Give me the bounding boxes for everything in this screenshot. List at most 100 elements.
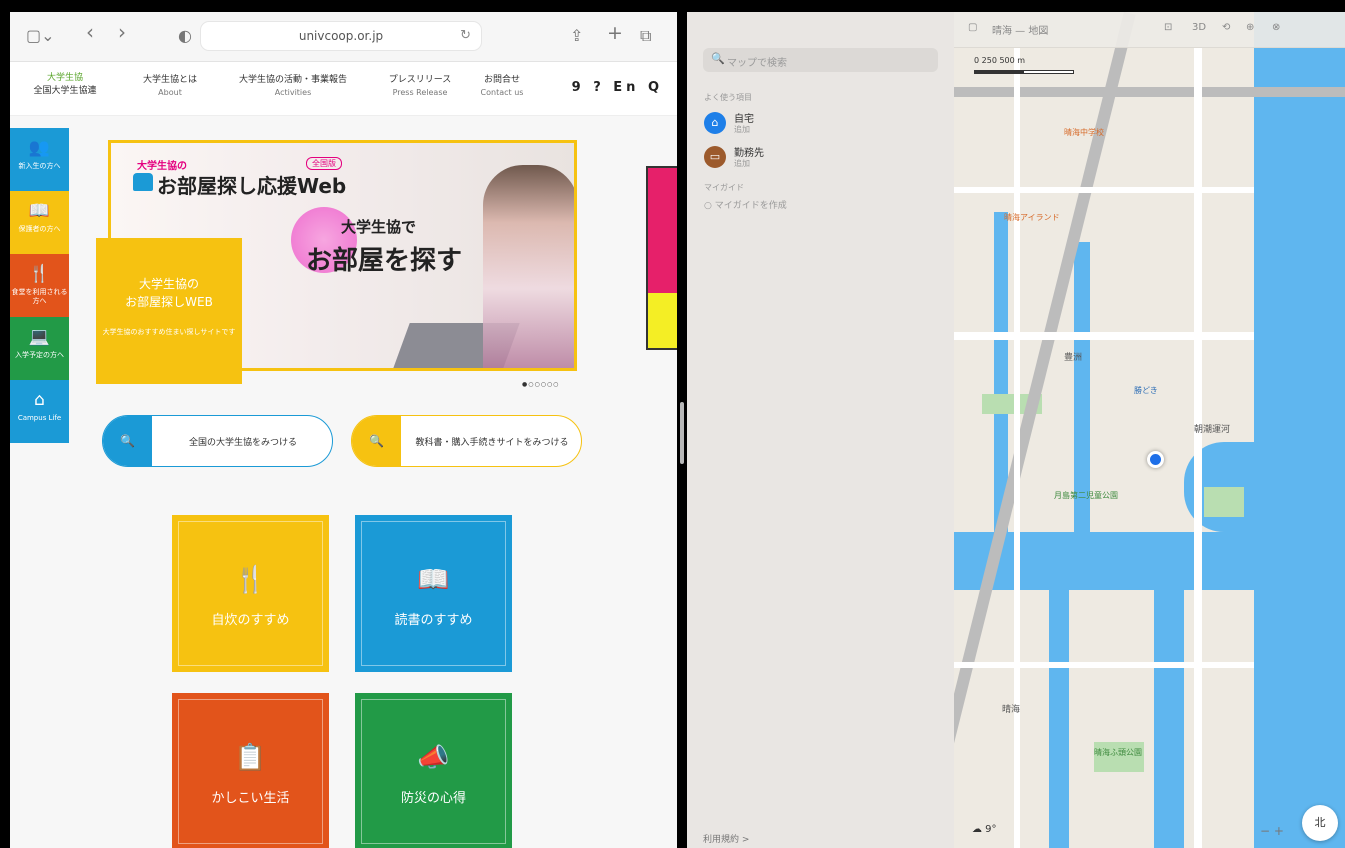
- side-item-dining[interactable]: 🍴 食堂を利用される方へ: [10, 254, 69, 317]
- map-label[interactable]: 勝どき: [1134, 385, 1158, 396]
- side-nav: 👥 新入生の方へ 📖 保護者の方へ 🍴 食堂を利用される方へ 💻 入学予定の方へ…: [10, 128, 69, 443]
- find-coop-label: 全国の大学生協をみつける: [188, 438, 297, 448]
- track-icon[interactable]: ⊕: [1246, 22, 1254, 33]
- tile-frame: [361, 699, 506, 844]
- slide-peek-pink: [648, 168, 677, 293]
- terms-link[interactable]: 利用規約 >: [703, 832, 749, 845]
- url-text: univcoop.or.jp: [298, 29, 384, 43]
- split-view-divider[interactable]: [680, 402, 684, 464]
- side-item-label: 新入生の方へ: [18, 162, 61, 170]
- current-location-dot[interactable]: [1147, 451, 1164, 468]
- maps-window: 🔍 マップで検索 よく使う項目 ⌂ 自宅 追加 ▭ 勤務先 追加 マイガイド ○…: [687, 12, 1345, 848]
- back-button[interactable]: ‹: [86, 22, 94, 42]
- find-coop-search[interactable]: 🔍 全国の大学生協をみつける: [102, 415, 333, 467]
- highway: [954, 12, 1136, 827]
- hero-caption-box[interactable]: 大学生協の お部屋探しWEB 大学生協のおすすめ住まい探しサイトです: [96, 238, 242, 384]
- side-item-new-students[interactable]: 👥 新入生の方へ: [10, 128, 69, 191]
- house-icon: [133, 173, 153, 191]
- bay-water: [1254, 12, 1345, 848]
- people-icon: 👥: [28, 138, 51, 158]
- zoom-controls[interactable]: − +: [1260, 824, 1284, 838]
- map-label[interactable]: 晴海ふ頭公園: [1094, 747, 1142, 758]
- header-icons[interactable]: 9 ? En Q: [572, 80, 663, 95]
- search-icon: 🔍: [711, 52, 725, 65]
- find-textbook-search[interactable]: 🔍 教科書・購入手続きサイトをみつける: [351, 415, 582, 467]
- highway: [954, 87, 1345, 97]
- maps-search-input[interactable]: 🔍 マップで検索: [703, 48, 938, 72]
- carousel-dots[interactable]: ●○○○○○: [522, 381, 559, 388]
- logo-line1: 大学生協: [46, 73, 83, 83]
- sidebar-toggle-icon[interactable]: ▢: [968, 22, 977, 33]
- browser-toolbar: ▢⌄ ‹ › ◐ univcoop.or.jp ↻ ⇪ + ⧉: [10, 12, 677, 62]
- site-logo[interactable]: 大学生協 全国大学生協連: [28, 72, 102, 98]
- search-icon: 🔍: [352, 416, 401, 466]
- favorite-work[interactable]: ▭ 勤務先 追加: [704, 144, 934, 174]
- favorite-home[interactable]: ⌂ 自宅 追加: [704, 110, 934, 140]
- safari-window: ▢⌄ ‹ › ◐ univcoop.or.jp ↻ ⇪ + ⧉ 大学生協 全国大…: [10, 12, 677, 848]
- new-guide-button[interactable]: ○ マイガイドを作成: [704, 198, 787, 211]
- caption-line3: 大学生協のおすすめ住まい探しサイトです: [102, 328, 236, 336]
- new-tab-button[interactable]: +: [607, 23, 623, 43]
- nav-activities[interactable]: 大学生協の活動・事業報告 Activities: [218, 74, 368, 100]
- nav-press-label: プレスリリース: [388, 75, 452, 85]
- maps-search-placeholder: マップで検索: [727, 58, 787, 69]
- side-item-campus-life[interactable]: ⌂ Campus Life: [10, 380, 69, 443]
- maps-sidebar: 🔍 マップで検索 よく使う項目 ⌂ 自宅 追加 ▭ 勤務先 追加 マイガイド ○…: [687, 12, 954, 848]
- next-slide-peek[interactable]: [646, 166, 677, 350]
- address-bar[interactable]: univcoop.or.jp ↻: [200, 21, 482, 51]
- map-label[interactable]: 晴海中学校: [1064, 127, 1104, 138]
- nav-contact-label: お問合せ: [483, 75, 520, 85]
- slide-peek-yellow: [648, 293, 677, 348]
- side-item-label: 食堂を利用される方へ: [11, 288, 68, 305]
- side-item-prospective[interactable]: 💻 入学予定の方へ: [10, 317, 69, 380]
- scale-labels: 0 250 500 m: [974, 56, 1026, 65]
- nav-about-en: About: [158, 88, 182, 97]
- sidebar-toggle-icon[interactable]: ▢⌄: [26, 26, 55, 46]
- forward-button[interactable]: ›: [118, 22, 126, 42]
- canal-water: [1049, 590, 1069, 848]
- map-label[interactable]: 月島第二児童公園: [1054, 490, 1118, 501]
- map-toolbar: ▢ 晴海 — 地図 ⊡ 3D ⟲ ⊕ ⊗: [954, 12, 1345, 48]
- map-canvas[interactable]: ▢ 晴海 — 地図 ⊡ 3D ⟲ ⊕ ⊗ 0 250 500 m 晴海中学校 晴…: [954, 12, 1345, 848]
- road: [954, 187, 1254, 193]
- caption-line2: お部屋探しWEB: [125, 295, 213, 309]
- home-icon: ⌂: [704, 112, 726, 134]
- nav-press-en: Press Release: [392, 88, 448, 97]
- tabs-overview-icon[interactable]: ⧉: [640, 26, 651, 46]
- nav-contact[interactable]: お問合せ Contact us: [472, 74, 532, 100]
- nav-contact-en: Contact us: [480, 88, 524, 97]
- nav-press[interactable]: プレスリリース Press Release: [375, 74, 465, 100]
- share-icon[interactable]: ⊗: [1272, 22, 1280, 33]
- favorite-sub: 追加: [734, 125, 750, 134]
- tile-smart-life[interactable]: 📋 かしこい生活: [172, 693, 329, 848]
- laptop-house-icon: 💻: [28, 327, 51, 347]
- nav-about[interactable]: 大学生協とは About: [130, 74, 210, 100]
- tile-frame: [178, 699, 323, 844]
- new-guide-label: マイガイドを作成: [714, 201, 787, 211]
- canal-water: [1154, 590, 1184, 848]
- screen: ▢⌄ ‹ › ◐ univcoop.or.jp ↻ ⇪ + ⧉ 大学生協 全国大…: [0, 0, 1345, 848]
- compass-button[interactable]: 北: [1302, 805, 1338, 841]
- scale-bar: [974, 70, 1074, 74]
- tile-cooking[interactable]: 🍴 自炊のすすめ: [172, 515, 329, 672]
- reload-icon[interactable]: ↻: [460, 28, 471, 43]
- side-item-label: Campus Life: [17, 414, 62, 422]
- share-icon[interactable]: ⇪: [570, 26, 583, 46]
- logo-line2: 全国大学生協連: [33, 86, 97, 96]
- map-label[interactable]: 晴海アイランド: [1004, 212, 1060, 223]
- map-window-title: 晴海 — 地図: [992, 26, 1049, 37]
- tile-disaster-prep[interactable]: 📣 防災の心得: [355, 693, 512, 848]
- tile-frame: [178, 521, 323, 666]
- rotate-icon[interactable]: ⟲: [1222, 22, 1230, 33]
- shield-icon[interactable]: ◐: [178, 26, 192, 46]
- hero-badge: 全国版: [306, 157, 342, 170]
- map-label: 晴海: [1002, 705, 1021, 715]
- 3d-button[interactable]: 3D: [1192, 22, 1206, 33]
- favorite-sub: 追加: [734, 159, 750, 168]
- side-item-parents[interactable]: 📖 保護者の方へ: [10, 191, 69, 254]
- side-item-label: 入学予定の方へ: [15, 351, 64, 359]
- map-mode-icon[interactable]: ⊡: [1164, 22, 1172, 33]
- tile-reading[interactable]: 📖 読書のすすめ: [355, 515, 512, 672]
- caption-line1: 大学生協の: [138, 277, 199, 291]
- book-icon: 📖: [28, 201, 51, 221]
